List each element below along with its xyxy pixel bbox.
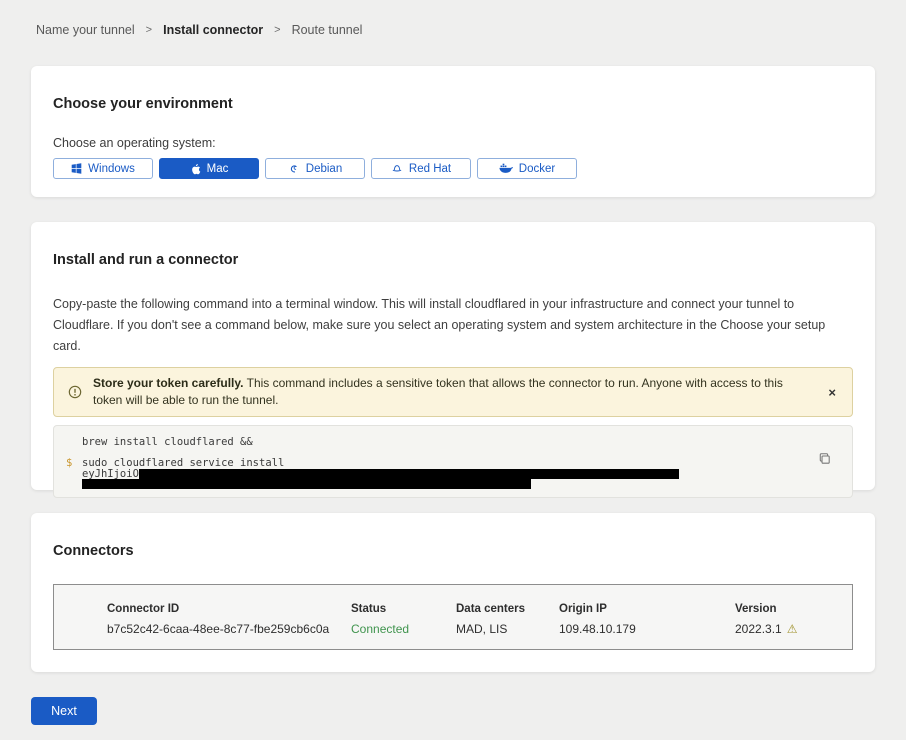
col-connector-id: Connector ID: [107, 603, 351, 615]
environment-card: Choose your environment Choose an operat…: [31, 66, 875, 197]
windows-icon: [71, 163, 82, 174]
next-button[interactable]: Next: [31, 697, 97, 725]
table-row: b7c52c42-6caa-48ee-8c77-fbe259cb6c0a Con…: [107, 622, 852, 636]
install-description: Copy-paste the following command into a …: [53, 294, 853, 357]
os-select-label: Choose an operating system:: [53, 136, 853, 150]
redacted-token-bar: [82, 479, 531, 489]
command-line-1: brew install cloudflared &&: [82, 437, 852, 448]
os-button-windows[interactable]: Windows: [53, 158, 153, 179]
version-value: 2022.3.1 ⚠: [735, 622, 852, 636]
install-card-title: Install and run a connector: [53, 222, 853, 268]
command-token-line: eyJhIjoiO: [82, 469, 852, 479]
connector-id-value: b7c52c42-6caa-48ee-8c77-fbe259cb6c0a: [107, 622, 351, 636]
os-button-label: Docker: [519, 163, 555, 175]
breadcrumb-separator: >: [146, 24, 152, 36]
os-button-label: Debian: [306, 163, 342, 175]
os-button-docker[interactable]: Docker: [477, 158, 577, 179]
redacted-token-bar: [139, 469, 679, 479]
token-warning-banner: Store your token carefully. This command…: [53, 367, 853, 417]
origin-ip-value: 109.48.10.179: [559, 622, 735, 636]
data-centers-value: MAD, LIS: [456, 622, 559, 636]
close-icon[interactable]: ×: [824, 385, 840, 400]
version-warning-icon: ⚠: [787, 623, 798, 635]
os-button-label: Windows: [88, 163, 135, 175]
col-data-centers: Data centers: [456, 603, 559, 615]
col-status: Status: [351, 603, 456, 615]
redhat-icon: [391, 163, 403, 175]
col-origin-ip: Origin IP: [559, 603, 735, 615]
col-version: Version: [735, 603, 852, 615]
breadcrumb-route-tunnel[interactable]: Route tunnel: [292, 23, 363, 37]
connectors-table: Connector ID Status Data centers Origin …: [53, 584, 853, 650]
os-button-group: Windows Mac Debian Red Hat Docker: [53, 158, 853, 179]
command-code-block: $ brew install cloudflared && sudo cloud…: [53, 425, 853, 498]
breadcrumb: Name your tunnel > Install connector > R…: [36, 23, 362, 37]
breadcrumb-install-connector[interactable]: Install connector: [163, 23, 263, 37]
docker-icon: [499, 163, 513, 174]
os-button-label: Mac: [207, 163, 229, 175]
apple-icon: [190, 163, 201, 175]
table-header-row: Connector ID Status Data centers Origin …: [107, 603, 852, 615]
command-token-line-2: [82, 479, 852, 489]
connectors-card-title: Connectors: [53, 513, 853, 559]
install-connector-card: Install and run a connector Copy-paste t…: [31, 222, 875, 490]
debian-icon: [288, 163, 300, 175]
command-line-2: sudo cloudflared service install: [82, 458, 852, 469]
os-button-mac[interactable]: Mac: [159, 158, 259, 179]
status-badge: Connected: [351, 622, 456, 636]
version-number: 2022.3.1: [735, 622, 782, 636]
os-button-debian[interactable]: Debian: [265, 158, 365, 179]
breadcrumb-separator: >: [274, 24, 280, 36]
warning-title: Store your token carefully.: [93, 376, 244, 390]
warning-text: Store your token carefully. This command…: [93, 375, 810, 409]
breadcrumb-name-your-tunnel[interactable]: Name your tunnel: [36, 23, 135, 37]
os-button-redhat[interactable]: Red Hat: [371, 158, 471, 179]
alert-circle-icon: [68, 385, 82, 399]
os-button-label: Red Hat: [409, 163, 451, 175]
connectors-card: Connectors Connector ID Status Data cent…: [31, 513, 875, 672]
copy-icon[interactable]: [818, 452, 832, 466]
environment-card-title: Choose your environment: [53, 66, 853, 112]
shell-prompt: $: [66, 457, 72, 469]
